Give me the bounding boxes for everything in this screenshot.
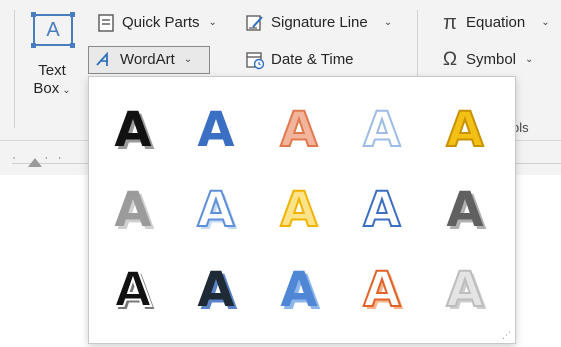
equation-label: Equation xyxy=(466,14,526,31)
wordart-glyph: A xyxy=(197,102,234,158)
wordart-style-orange-outline[interactable]: AA xyxy=(352,259,412,319)
wordart-glyph: A xyxy=(280,262,317,318)
chevron-down-icon: ⌄ xyxy=(525,54,534,65)
wordart-style-orange-soft[interactable]: A xyxy=(269,99,329,159)
wordart-glyph: A xyxy=(446,182,483,238)
wordart-glyph: A xyxy=(446,102,483,158)
wordart-preview-icon: AA xyxy=(445,261,486,319)
wordart-glyph: A xyxy=(197,182,234,238)
wordart-glyph: A xyxy=(280,182,317,238)
chevron-down-icon: ⌄ xyxy=(383,17,393,28)
symbol-label: Symbol xyxy=(466,51,517,68)
quick-parts-label: Quick Parts xyxy=(122,14,200,31)
text-box-icon-glyph: A xyxy=(46,19,60,41)
wordart-preview-icon: A xyxy=(197,102,234,158)
ruler-indent-marker[interactable] xyxy=(28,158,42,167)
date-time-label: Date & Time xyxy=(271,51,354,68)
wordart-preview-icon: AA xyxy=(197,262,237,319)
chevron-down-icon: ⌄ xyxy=(208,17,217,28)
wordart-style-gray-gradient[interactable]: AA xyxy=(103,179,163,239)
resize-grip-icon[interactable]: ⋰ xyxy=(502,331,511,340)
chevron-down-icon: ⌄ xyxy=(541,17,550,28)
text-box-button[interactable]: A Text Box ⌄ xyxy=(22,6,82,102)
group-separator xyxy=(14,10,15,128)
wordart-preview-icon: AA xyxy=(196,181,237,239)
wordart-style-black-3d[interactable]: AA xyxy=(103,259,163,319)
wordart-glyph: A xyxy=(280,102,317,158)
wordart-preview-icon: A xyxy=(279,101,318,159)
wordart-glyph: A xyxy=(114,182,151,238)
omega-icon: Ω xyxy=(442,49,458,70)
wordart-preview-icon: AA xyxy=(446,182,486,239)
wordart-style-blue-outline-light[interactable]: A xyxy=(352,99,412,159)
chevron-down-icon: ⌄ xyxy=(183,54,193,65)
wordart-preview-icon: A xyxy=(362,181,401,239)
wordart-preview-icon: AA xyxy=(113,261,154,319)
wordart-style-silver[interactable]: AA xyxy=(435,259,495,319)
wordart-style-black-shadow[interactable]: AA xyxy=(103,99,163,159)
wordart-style-black-blue-shadow[interactable]: AA xyxy=(186,259,246,319)
wordart-icon xyxy=(94,50,114,70)
wordart-preview-icon: AA xyxy=(362,261,403,319)
wordart-glyph: A xyxy=(114,102,151,158)
calendar-clock-icon xyxy=(245,50,265,70)
wordart-preview-icon: AA xyxy=(280,262,320,319)
wordart-style-gold[interactable]: A xyxy=(435,99,495,159)
chevron-down-icon: ⌄ xyxy=(62,85,71,96)
wordart-style-gold-soft[interactable]: A xyxy=(269,179,329,239)
wordart-preview-icon: AA xyxy=(114,102,154,159)
document-area xyxy=(0,200,88,347)
signature-line-icon xyxy=(245,13,265,33)
wordart-glyph: A xyxy=(114,262,151,318)
wordart-style-blue-outline[interactable]: A xyxy=(352,179,412,239)
wordart-button-content[interactable]: WordArt ⌄ xyxy=(94,50,192,70)
wordart-glyph: A xyxy=(363,182,400,238)
text-box-label-line2: Box ⌄ xyxy=(22,80,82,100)
text-box-icon: A xyxy=(31,12,75,48)
wordart-preview-icon: A xyxy=(445,101,484,159)
date-time-button[interactable]: Date & Time xyxy=(245,50,354,70)
wordart-style-blue-reflection[interactable]: AA xyxy=(186,179,246,239)
wordart-gallery: AAAAAAAAAAAAAAAAAAAAAAAA ⋰ xyxy=(88,76,516,344)
signature-line-button[interactable]: Signature Line ⌄ xyxy=(245,13,392,33)
wordart-preview-icon: A xyxy=(279,181,318,239)
text-box-label-line1: Text xyxy=(38,62,66,79)
wordart-glyph: A xyxy=(363,262,400,318)
symbol-button[interactable]: Ω Symbol ⌄ xyxy=(440,49,534,70)
wordart-glyph: A xyxy=(363,102,400,158)
wordart-glyph: A xyxy=(446,262,483,318)
signature-line-label: Signature Line xyxy=(271,14,368,31)
text-box-label: Text Box ⌄ xyxy=(22,62,82,100)
wordart-label: WordArt xyxy=(120,51,175,68)
quick-parts-icon xyxy=(96,13,116,33)
wordart-style-gray-bevel[interactable]: AA xyxy=(435,179,495,239)
text-box-label-text: Box xyxy=(33,80,60,97)
wordart-style-blue-3d[interactable]: AA xyxy=(269,259,329,319)
quick-parts-button[interactable]: Quick Parts ⌄ xyxy=(96,13,217,33)
wordart-style-blue-gradient[interactable]: A xyxy=(186,99,246,159)
pi-icon: π xyxy=(443,12,457,34)
equation-button[interactable]: π Equation ⌄ xyxy=(440,13,550,33)
wordart-preview-icon: A xyxy=(362,101,401,159)
wordart-glyph: A xyxy=(197,262,234,318)
wordart-preview-icon: AA xyxy=(114,182,154,239)
